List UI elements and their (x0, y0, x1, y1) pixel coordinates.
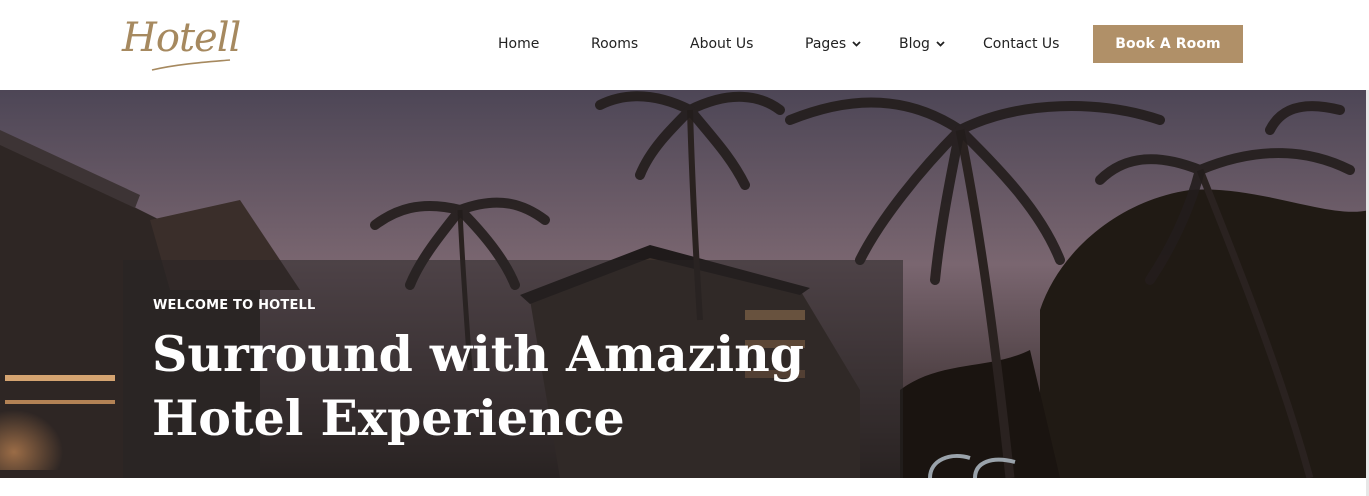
nav-contact-label: Contact Us (983, 36, 1060, 52)
nav-contact-us[interactable]: Contact Us (983, 34, 1059, 54)
nav-pages-label: Pages (805, 36, 847, 52)
site-header: Hotell Home Rooms About Us Pages Blog Co… (0, 0, 1369, 90)
hero-section: WELCOME TO HOTELL Surround with Amazing … (0, 90, 1369, 478)
nav-home[interactable]: Home (498, 34, 539, 54)
book-a-room-button[interactable]: Book A Room (1093, 25, 1243, 63)
nav-blog[interactable]: Blog (899, 34, 945, 54)
logo-underline (151, 59, 231, 71)
nav-about-label: About Us (690, 36, 754, 52)
nav-rooms[interactable]: Rooms (591, 34, 638, 54)
nav-rooms-label: Rooms (591, 36, 639, 52)
nav-pages[interactable]: Pages (805, 34, 861, 54)
hero-kicker: WELCOME TO HOTELL (153, 298, 316, 313)
nav-about-us[interactable]: About Us (690, 34, 753, 54)
hero-headline-line-1: Surround with Amazing (152, 325, 804, 383)
hero-headline: Surround with Amazing Hotel Experience (152, 322, 872, 450)
chevron-down-icon (936, 41, 945, 47)
nav-blog-label: Blog (899, 36, 930, 52)
chevron-down-icon (852, 41, 861, 47)
hotell-logo[interactable]: Hotell (122, 12, 241, 78)
hero-headline-line-2: Hotel Experience (152, 389, 625, 447)
nav-home-label: Home (498, 36, 540, 52)
